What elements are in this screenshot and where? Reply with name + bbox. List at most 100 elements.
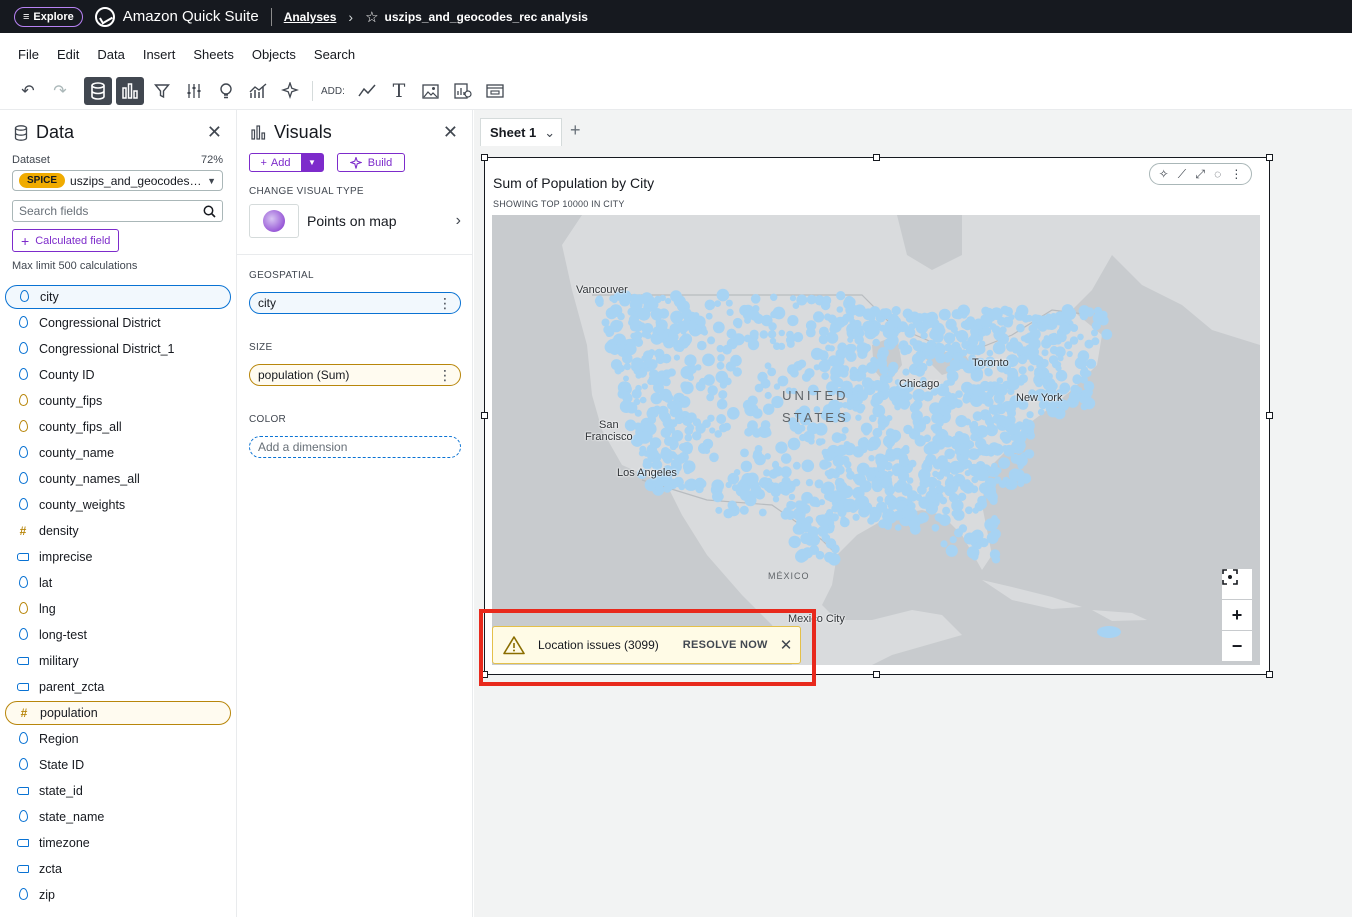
map-point[interactable] [899,399,910,410]
map-point[interactable] [944,448,955,460]
map-point[interactable] [734,321,742,329]
map-point[interactable] [862,308,875,321]
visual-type-selector[interactable]: Points on map › [249,204,461,238]
close-data-panel-icon[interactable]: ✕ [207,122,222,143]
map-point[interactable] [887,334,899,347]
field-item-state-id[interactable]: state_id [5,778,231,804]
redo-icon[interactable]: ↷ [46,77,74,105]
map-point[interactable] [917,419,927,428]
map-point[interactable] [989,404,1000,415]
map-point[interactable] [796,548,810,562]
map-point[interactable] [741,473,755,486]
map-point[interactable] [887,486,896,494]
field-item-county-fips-all[interactable]: county_fips_all [5,414,231,440]
map-point[interactable] [716,361,725,370]
map-point[interactable] [902,444,910,452]
map-point[interactable] [631,357,644,370]
map-point[interactable] [727,472,740,485]
map-point[interactable] [754,383,764,393]
map-point[interactable] [906,477,914,484]
map-point[interactable] [879,308,888,317]
field-item-parent-zcta[interactable]: parent_zcta [5,674,231,700]
map-point[interactable] [639,396,647,404]
map-point[interactable] [786,339,795,348]
map-point[interactable] [676,344,685,352]
map-point[interactable] [1048,383,1057,391]
map-point[interactable] [992,518,1001,526]
map-point[interactable] [749,329,759,339]
build-visual-button[interactable]: Build [337,153,405,172]
resize-handle[interactable] [1266,671,1273,678]
map-point[interactable] [999,431,1010,442]
map-point[interactable] [991,443,1004,456]
map-point[interactable] [800,532,812,545]
map-point[interactable] [695,364,702,371]
map-point[interactable] [757,371,768,383]
map-point[interactable] [601,318,610,327]
map-point[interactable] [949,536,957,544]
map-point[interactable] [1017,463,1024,470]
map-point[interactable] [853,497,866,510]
map-canvas[interactable]: Vancouver Toronto Chicago New York San F… [492,215,1260,665]
map-point[interactable] [991,555,1001,564]
map-point[interactable] [902,368,910,376]
menu-file[interactable]: File [0,47,48,62]
map-point[interactable] [692,312,700,319]
map-point[interactable] [965,344,976,355]
map-point[interactable] [983,412,992,421]
map-point[interactable] [938,514,951,526]
map-point[interactable] [638,431,652,444]
field-item-zcta[interactable]: zcta [5,856,231,882]
map-point[interactable] [747,395,758,406]
map-point[interactable] [725,299,733,307]
menu-insert[interactable]: Insert [134,47,185,62]
map-point[interactable] [1055,369,1068,382]
field-item-congressional-district-1[interactable]: Congressional District_1 [5,336,231,362]
map-point[interactable] [1039,371,1047,379]
map-point[interactable] [678,443,687,452]
map-point[interactable] [834,477,845,488]
map-point[interactable] [935,419,942,426]
map-point[interactable] [853,319,862,329]
map-point[interactable] [847,336,854,343]
map-point[interactable] [909,523,921,535]
map-point[interactable] [714,300,721,307]
map-point[interactable] [712,321,725,334]
map-point[interactable] [869,414,877,423]
map-point[interactable] [872,380,883,391]
map-point[interactable] [617,364,625,373]
chevron-down-icon[interactable]: ⌄ [544,125,555,141]
map-point[interactable] [881,479,890,488]
field-item-lat[interactable]: lat [5,570,231,596]
controls-sliders-icon[interactable] [180,77,208,105]
map-point[interactable] [918,468,931,481]
map-point[interactable] [865,361,878,374]
map-point[interactable] [702,353,715,367]
map-point[interactable] [715,506,723,514]
map-point[interactable] [947,372,954,379]
map-point[interactable] [923,443,936,455]
map-point[interactable] [659,294,666,302]
map-point[interactable] [856,462,870,476]
map-point[interactable] [1047,405,1059,418]
map-point[interactable] [787,437,801,451]
map-point[interactable] [712,490,724,503]
field-item-city[interactable]: city [5,285,231,309]
map-point[interactable] [782,487,790,496]
map-point[interactable] [631,388,642,399]
map-point[interactable] [1014,431,1027,444]
map-point[interactable] [872,338,880,347]
field-item-state-name[interactable]: state_name [5,804,231,830]
map-point[interactable] [747,420,758,432]
map-point[interactable] [980,314,988,322]
map-point[interactable] [662,417,674,429]
map-point[interactable] [1057,355,1064,362]
map-point[interactable] [653,405,661,414]
map-point[interactable] [918,512,929,523]
map-point[interactable] [767,330,777,339]
map-point[interactable] [966,546,980,559]
map-point[interactable] [759,330,768,339]
map-point[interactable] [821,295,832,306]
map-point[interactable] [939,468,947,477]
map-point[interactable] [1021,314,1030,323]
